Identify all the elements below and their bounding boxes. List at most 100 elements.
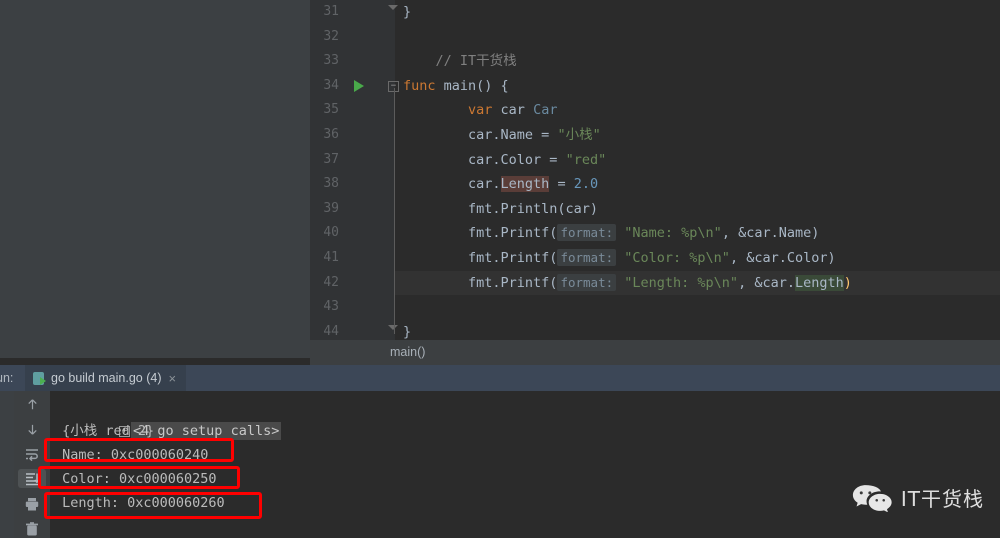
- gutter-line[interactable]: 33: [310, 49, 395, 74]
- code-token: func: [403, 77, 444, 94]
- line-number: 32: [323, 28, 339, 44]
- code-token: "Length: %p\n": [624, 274, 739, 291]
- code-editor[interactable]: 31 32 33 34−35 36 37 38 39 40 41 42 43 44 } // IT干货栈…: [310, 0, 1000, 340]
- line-number: 36: [323, 126, 339, 142]
- scroll-up-button[interactable]: [18, 395, 46, 414]
- code-token: "red": [565, 151, 607, 168]
- code-token: "小栈": [557, 126, 601, 143]
- line-number: 41: [323, 249, 339, 265]
- code-token: format:: [557, 248, 617, 266]
- code-token: , &car.: [738, 274, 795, 291]
- soft-wrap-icon: [26, 449, 38, 462]
- code-line[interactable]: func main() {: [395, 74, 1000, 99]
- breadcrumb-label: main(): [390, 345, 426, 359]
- code-token: "Color: %p\n": [624, 249, 730, 266]
- line-number: 43: [323, 299, 339, 315]
- line-number: 35: [323, 102, 339, 118]
- code-content[interactable]: } // IT干货栈 func main() { var car Car car.…: [395, 0, 1000, 340]
- line-number: 40: [323, 225, 339, 241]
- code-token: format:: [557, 273, 617, 291]
- code-token: car.Name =: [403, 126, 558, 143]
- print-button[interactable]: [18, 494, 46, 513]
- left-tool-window-panel: [0, 0, 310, 358]
- code-token: Length: [794, 274, 844, 291]
- gutter-line[interactable]: 34−: [310, 74, 399, 99]
- code-token: }: [403, 4, 412, 20]
- scroll-down-button[interactable]: [18, 420, 46, 439]
- watermark-text: IT干货栈: [900, 486, 984, 511]
- code-line[interactable]: fmt.Printf(format: "Name: %p\n", &car.Na…: [395, 221, 1000, 246]
- code-token: fmt.Printf(: [403, 249, 558, 266]
- gutter-line[interactable]: 43: [310, 295, 395, 320]
- gutter-line[interactable]: 39: [310, 197, 395, 222]
- breadcrumb[interactable]: main(): [310, 340, 1000, 365]
- code-line[interactable]: fmt.Println(car): [395, 197, 1000, 222]
- gutter-line[interactable]: 35: [310, 98, 395, 123]
- code-line[interactable]: [395, 295, 1000, 320]
- gutter-line[interactable]: 37: [310, 148, 395, 173]
- code-line[interactable]: // IT干货栈: [395, 49, 1000, 74]
- gutter-line[interactable]: 31: [310, 0, 395, 25]
- code-line[interactable]: fmt.Printf(format: "Length: %p\n", &car.…: [395, 270, 1000, 296]
- arrow-down-icon: [27, 424, 37, 435]
- watermark: IT干货栈: [852, 482, 984, 512]
- code-token: main: [443, 77, 477, 94]
- line-number: 33: [323, 53, 339, 69]
- code-token: car.: [403, 176, 501, 193]
- ide-window: 31 32 33 34−35 36 37 38 39 40 41 42 43 44 } // IT干货栈…: [0, 0, 1000, 538]
- run-gutter-icon[interactable]: [354, 79, 364, 92]
- gutter-line[interactable]: 38: [310, 172, 395, 197]
- console-line-setup-calls[interactable]: + <4 go setup calls>: [54, 395, 1000, 440]
- editor-gutter[interactable]: 31 32 33 34−35 36 37 38 39 40 41 42 43 44: [310, 0, 399, 340]
- redbox-length: [44, 492, 262, 519]
- code-token: car.Color =: [403, 151, 566, 168]
- code-token: fmt.Println(car): [403, 200, 599, 217]
- gutter-line[interactable]: 32: [310, 25, 395, 50]
- code-line[interactable]: var car Car: [395, 98, 1000, 123]
- print-icon: [25, 497, 39, 511]
- tool-window-side-rail: [0, 391, 14, 538]
- gutter-line[interactable]: 36: [310, 123, 395, 148]
- line-number: 39: [323, 200, 339, 216]
- code-token: // IT干货栈: [403, 53, 517, 70]
- redbox-name: [44, 438, 234, 462]
- code-token: car: [500, 102, 534, 119]
- wechat-icon: [852, 485, 892, 512]
- soft-wrap-button[interactable]: [18, 445, 46, 464]
- line-number: 37: [323, 151, 339, 167]
- code-line[interactable]: [395, 25, 1000, 50]
- run-tab-go-build[interactable]: go build main.go (4) ×: [25, 365, 187, 391]
- code-token: format:: [557, 224, 617, 242]
- code-token: }: [403, 323, 412, 340]
- line-number: 38: [323, 176, 339, 192]
- run-window-label: un:: [0, 371, 14, 385]
- redbox-color: [38, 466, 240, 489]
- code-token: Car: [533, 102, 558, 119]
- code-token: "Name: %p\n": [624, 225, 722, 242]
- code-line[interactable]: }: [395, 0, 1000, 25]
- line-number: 34: [323, 77, 339, 93]
- code-line[interactable]: car.Name = "小栈": [395, 123, 1000, 148]
- code-line[interactable]: fmt.Printf(format: "Color: %p\n", &car.C…: [395, 246, 1000, 271]
- run-tab-title: go build main.go (4): [51, 371, 162, 385]
- code-token: =: [549, 176, 574, 193]
- gutter-line[interactable]: 40: [310, 221, 395, 246]
- gutter-line[interactable]: 41: [310, 246, 395, 271]
- code-token: , &car.Color): [729, 249, 836, 266]
- close-icon[interactable]: ×: [168, 371, 176, 386]
- code-token: () {: [476, 77, 509, 94]
- line-number: 31: [323, 4, 339, 19]
- code-token: Length: [500, 176, 550, 193]
- go-run-icon: [33, 371, 46, 385]
- code-token: ): [843, 274, 852, 291]
- arrow-up-icon: [27, 399, 37, 410]
- clear-all-button[interactable]: [18, 519, 46, 538]
- code-line[interactable]: car.Color = "red": [395, 148, 1000, 173]
- gutter-line[interactable]: 42: [310, 271, 395, 296]
- line-number: 42: [323, 274, 339, 290]
- code-token: 2.0: [573, 176, 599, 193]
- code-line[interactable]: car.Length = 2.0: [395, 172, 1000, 197]
- code-token: fmt.Printf(: [403, 274, 558, 291]
- code-token: , &car.Name): [721, 225, 820, 242]
